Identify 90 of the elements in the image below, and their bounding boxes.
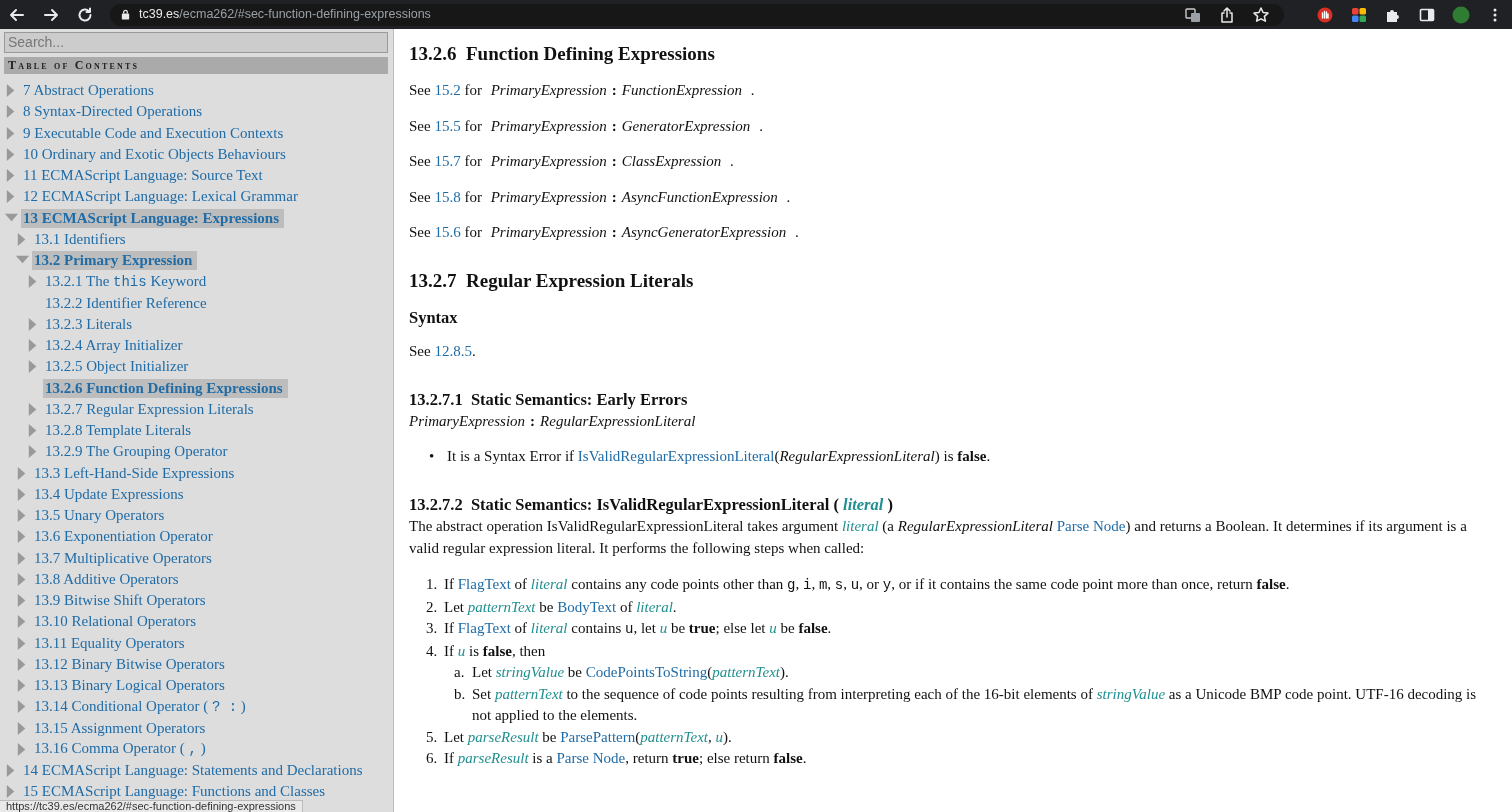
step-number: 4. [426, 641, 439, 661]
link[interactable]: IsValidRegularExpressionLiteral [577, 447, 775, 464]
step-text: It is a Syntax Error if IsValidRegularExpressionLiteral(RegularExpressionLiteral) is false. [447, 446, 991, 466]
grid-icon[interactable] [1350, 5, 1368, 24]
paragraph: See 15.2 for PrimaryExpression : FunctionExpression . [409, 81, 756, 100]
link[interactable]: ParsePattern [560, 728, 636, 745]
section-heading: 13.2.7 Regular Expression Literals [409, 268, 695, 293]
step-number: • [429, 446, 436, 466]
toc-link[interactable]: 13.8 Additive Operators [34, 569, 182, 589]
section-heading: 13.2.6 Function Defining Expressions [409, 42, 716, 66]
link[interactable]: Parse Node [1056, 518, 1126, 534]
link[interactable]: BodyText [557, 598, 617, 615]
link[interactable]: 15.5 [434, 117, 461, 134]
toc-link[interactable]: 13.7 Multiplicative Operators [34, 548, 215, 568]
step-number: 6. [426, 749, 439, 768]
step-number: 2. [426, 597, 439, 617]
toc-link[interactable]: 13.2.5 Object Initializer [45, 357, 192, 377]
step-text: Set patternText to the sequence of code points resulting from interpreting each of the 16-bit elements of stringValue as a Unicode BMP code point. UTF-16 decoding is not applied to the elements. [472, 684, 1478, 725]
paragraph: The abstract operation IsValidRegularExpressionLiteral takes argument literal (a RegularExpressionLiteral Parse Node) and returns a Boolean. It determines if its argument is a valid regular expression literal. It performs the following steps when called: [409, 517, 1468, 558]
step-text: Let patternText be BodyText of literal. [444, 597, 677, 617]
toc-link[interactable]: 7 Abstract Operations [23, 81, 157, 101]
toc-link[interactable]: 13.2.1 The this Keyword [45, 271, 210, 292]
section-heading: Syntax [409, 306, 459, 329]
toc-link[interactable]: 9 Executable Code and Execution Contexts [23, 123, 287, 143]
link[interactable]: FlagText [457, 620, 511, 636]
step-number: 5. [426, 727, 439, 747]
section-heading: 13.2.7.2 Static Semantics: IsValidRegularExpressionLiteral ( literal ) [409, 494, 894, 516]
step-text: If FlagText of literal contains u, let u be true; else let u be false. [444, 619, 832, 639]
toc-link[interactable]: 11 ECMAScript Language: Source Text [23, 166, 266, 186]
toc-link[interactable]: 12 ECMAScript Language: Lexical Grammar [23, 187, 301, 207]
paragraph: See 15.7 for PrimaryExpression : ClassExpression . [409, 152, 735, 171]
step-text: If u is false, then [444, 641, 546, 661]
link[interactable]: 15.6 [434, 224, 461, 240]
search-field[interactable]: Search... [4, 32, 388, 53]
step-text: If parseResult is a Parse Node, return true; else return false. [444, 749, 807, 768]
step-number: 1. [426, 575, 439, 594]
toc-link[interactable]: 13.16 Comma Operator ( , ) [34, 739, 209, 760]
toc-link[interactable]: 13.1 Identifiers [34, 229, 129, 249]
address-bar[interactable]: tc39.es/ecma262/#sec-function-defining-expressions [110, 3, 1284, 26]
link[interactable]: 12.8.5 [434, 342, 472, 359]
paragraph: See 15.6 for PrimaryExpression : AsyncGeneratorExpression . [409, 223, 800, 242]
toc-link[interactable]: 10 Ordinary and Exotic Objects Behaviours [23, 144, 289, 164]
step-text: If FlagText of literal contains any code points other than g, i, m, s, u, or y, or if it contains the same code point more than once, return false. [444, 575, 1290, 595]
paragraph: See 12.8.5. [409, 341, 477, 361]
toc-link[interactable]: 13.2.8 Template Literals [45, 421, 195, 441]
lock-icon [120, 9, 131, 20]
toc-link[interactable]: 13.2.2 Identifier Reference [45, 293, 210, 313]
toc-link[interactable]: 8 Syntax-Directed Operations [23, 102, 206, 122]
star-icon[interactable] [1252, 5, 1270, 24]
toc-link[interactable]: 14 ECMAScript Language: Statements and Declarations [23, 761, 366, 781]
step-text: Let parseResult be ParsePattern(patternText, u). [444, 727, 732, 747]
status-url: https://tc39.es/ecma262/#sec-function-defining-expressions [0, 800, 303, 812]
toc-link[interactable]: 13.3 Left-Hand-Side Expressions [34, 463, 238, 483]
translate-icon[interactable] [1184, 5, 1202, 24]
link[interactable]: 15.8 [434, 188, 461, 205]
paragraph: See 15.5 for PrimaryExpression : GeneratorExpression . [409, 116, 764, 136]
avatar-icon[interactable] [1452, 5, 1470, 24]
toc-link[interactable]: 13.5 Unary Operators [34, 506, 168, 526]
link[interactable]: FlagText [457, 576, 511, 592]
toc-link[interactable]: 13.6 Exponentiation Operator [34, 527, 216, 547]
step-number: b. [454, 684, 467, 704]
share-icon[interactable] [1218, 5, 1236, 24]
toc-link[interactable]: 13.13 Binary Logical Operators [34, 676, 228, 696]
toc-link[interactable]: 13.2.7 Regular Expression Literals [45, 399, 257, 419]
toc-link[interactable]: 13.2.3 Literals [45, 314, 136, 334]
link[interactable]: CodePointsToString [585, 664, 708, 680]
toc-link[interactable]: 13.11 Equality Operators [34, 633, 188, 653]
step-number: a. [454, 663, 466, 682]
toc-link[interactable]: 13.2.9 The Grouping Operator [45, 442, 231, 462]
reload-icon[interactable] [76, 5, 94, 24]
grammar-production: PrimaryExpression : RegularExpressionLiteral [409, 412, 697, 431]
toc-heading: Table of Contents [4, 57, 388, 74]
link[interactable]: 15.7 [434, 153, 461, 169]
step-text: Let stringValue be CodePointsToString(patternText). [472, 663, 789, 682]
toc-link[interactable]: 13.2.4 Array Initializer [45, 336, 186, 356]
paragraph: See 15.8 for PrimaryExpression : AsyncFunctionExpression . [409, 187, 792, 207]
link[interactable]: 15.2 [434, 82, 461, 98]
toc-link[interactable]: 13.12 Binary Bitwise Operators [34, 654, 228, 674]
step-number: 3. [426, 619, 439, 638]
toc-link[interactable]: 13.10 Relational Operators [34, 612, 200, 632]
toc-link[interactable]: 13.14 Conditional Operator ( ? : ) [34, 696, 249, 717]
section-heading: 13.2.7.1 Static Semantics: Early Errors [409, 389, 689, 411]
toc-link[interactable]: 13.15 Assignment Operators [34, 718, 209, 738]
toc-link[interactable]: 13 ECMAScript Language: Expressions [21, 208, 284, 228]
toc-link[interactable]: 13.2.6 Function Defining Expressions [43, 378, 288, 398]
toc-link[interactable]: 13.4 Update Expressions [34, 484, 187, 504]
toc-link[interactable]: 13.2 Primary Expression [32, 251, 198, 271]
hand-icon[interactable] [1316, 5, 1334, 24]
toc-link[interactable]: 15 ECMAScript Language: Functions and Classes [23, 782, 329, 802]
toc-link[interactable]: 13.9 Bitwise Shift Operators [34, 591, 209, 611]
